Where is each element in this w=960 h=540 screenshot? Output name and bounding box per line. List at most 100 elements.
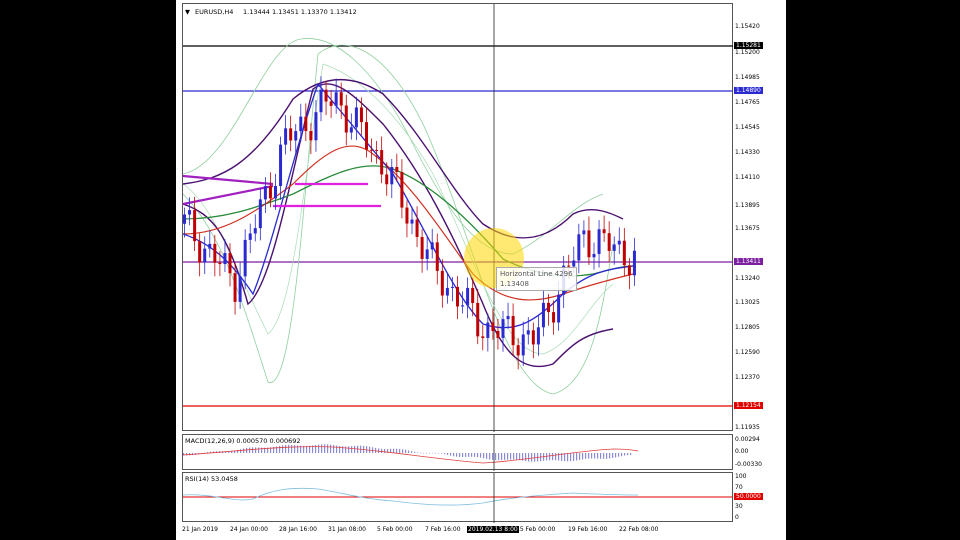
macd-bar bbox=[570, 453, 572, 462]
price-tick: 1.11935 bbox=[735, 424, 760, 431]
candle-body bbox=[274, 186, 277, 199]
macd-bar bbox=[477, 453, 479, 458]
price-tick: 1.14765 bbox=[735, 99, 760, 106]
price-tick: 1.12590 bbox=[735, 349, 760, 356]
candle-body bbox=[380, 150, 384, 175]
macd-bar bbox=[609, 453, 611, 459]
macd-bar bbox=[288, 444, 290, 453]
candle-body bbox=[461, 305, 465, 307]
object-tooltip: Horizontal Line 4296 1.13408 bbox=[496, 267, 577, 291]
price-tick: 1.13675 bbox=[735, 225, 760, 232]
macd-bar bbox=[318, 444, 320, 453]
macd-bar bbox=[501, 453, 503, 461]
time-label: 28 Jan 16:00 bbox=[279, 526, 317, 533]
rsi-tick: 70 bbox=[735, 484, 743, 491]
candle-body bbox=[243, 239, 247, 277]
candle-body bbox=[481, 336, 485, 338]
macd-bar bbox=[456, 453, 458, 457]
candle-body bbox=[597, 229, 601, 254]
candle-body bbox=[607, 233, 611, 251]
candle-body bbox=[339, 92, 343, 106]
macd-bar bbox=[483, 453, 485, 459]
macd-bar bbox=[354, 445, 356, 453]
blue-line-price-tag: 1.14890 bbox=[734, 87, 763, 94]
candle-body bbox=[354, 107, 358, 128]
candle-body bbox=[289, 128, 293, 141]
candle-body bbox=[456, 286, 459, 307]
price-tick: 1.14330 bbox=[735, 149, 760, 156]
candle-body bbox=[627, 265, 631, 276]
price-tick: 1.14110 bbox=[735, 174, 760, 181]
candle-body bbox=[445, 287, 449, 296]
macd-pane[interactable]: MACD(12,26,9) 0.000570 0.000692 bbox=[182, 434, 733, 471]
candle-body bbox=[208, 243, 212, 249]
candle-body bbox=[400, 171, 404, 208]
macd-bar bbox=[279, 445, 281, 453]
candle-body bbox=[223, 253, 227, 265]
candle-body bbox=[218, 262, 222, 265]
candle-body bbox=[486, 322, 490, 338]
candle-body bbox=[203, 248, 207, 263]
macd-bar bbox=[423, 452, 425, 454]
candle-body bbox=[329, 101, 333, 106]
macd-bar bbox=[282, 445, 284, 453]
macd-bar bbox=[351, 446, 353, 453]
candle-body bbox=[415, 219, 419, 238]
macd-bar bbox=[258, 447, 260, 453]
macd-bar bbox=[552, 453, 554, 461]
candle-body bbox=[435, 242, 439, 271]
macd-bar bbox=[324, 444, 326, 453]
macd-bar bbox=[480, 453, 482, 458]
macd-bar bbox=[402, 449, 404, 453]
macd-bar bbox=[621, 453, 623, 457]
candle-body bbox=[622, 240, 626, 266]
time-axis[interactable]: 21 Jan 2019 24 Jan 00:00 28 Jan 16:00 31… bbox=[182, 524, 733, 538]
macd-bar bbox=[507, 453, 509, 460]
macd-bar bbox=[429, 452, 431, 454]
price-axis[interactable]: 1.15420 1.15200 1.14985 1.14765 1.14545 1.143… bbox=[733, 3, 786, 431]
macd-bar bbox=[426, 452, 428, 454]
candle-body bbox=[188, 210, 192, 215]
time-label: 7 Feb 16:00 bbox=[425, 526, 461, 533]
candle-body bbox=[349, 127, 353, 133]
macd-bar bbox=[291, 444, 293, 453]
candle-body bbox=[582, 230, 586, 235]
rsi-tick: 100 bbox=[735, 473, 747, 480]
macd-bar bbox=[393, 448, 395, 453]
macd-bar bbox=[630, 453, 632, 456]
price-tick: 1.12805 bbox=[735, 324, 760, 331]
price-tick: 1.14545 bbox=[735, 124, 760, 131]
macd-bar bbox=[396, 448, 398, 453]
candle-body bbox=[541, 302, 545, 328]
tooltip-name: Horizontal Line 4296 bbox=[500, 270, 573, 278]
candle-body bbox=[557, 294, 561, 323]
candle-body bbox=[450, 286, 454, 288]
rsi-pane[interactable]: RSI(14) 53.0458 bbox=[182, 472, 734, 523]
candle-body bbox=[592, 253, 596, 258]
macd-signal-line bbox=[183, 446, 639, 464]
macd-bar bbox=[345, 446, 347, 453]
candle-body bbox=[572, 260, 576, 267]
candle-body bbox=[324, 89, 328, 102]
rsi-tick: 30 bbox=[735, 503, 743, 510]
candle-body bbox=[263, 186, 267, 200]
macd-bar bbox=[420, 452, 422, 454]
macd-bar bbox=[618, 453, 620, 457]
macd-bar bbox=[594, 453, 596, 459]
macd-bar bbox=[408, 450, 410, 453]
macd-bar bbox=[450, 453, 452, 456]
tooltip-value: 1.13408 bbox=[500, 280, 529, 288]
time-label: 5 Feb 00:00 bbox=[377, 526, 413, 533]
price-tick: 1.14985 bbox=[735, 74, 760, 81]
candle-body bbox=[334, 92, 338, 106]
candle-body bbox=[632, 250, 636, 276]
macd-bar bbox=[519, 453, 521, 461]
candle-body bbox=[405, 207, 409, 224]
trendline-1 bbox=[183, 174, 274, 186]
candle-body bbox=[198, 241, 202, 263]
macd-bar bbox=[534, 453, 536, 462]
price-chart-pane[interactable]: ▼ EURUSD,H4 1.13444 1.13451 1.13370 1.13… bbox=[182, 3, 734, 432]
macd-histogram bbox=[183, 444, 632, 462]
price-chart-svg bbox=[183, 4, 734, 432]
macd-bar bbox=[252, 447, 254, 453]
